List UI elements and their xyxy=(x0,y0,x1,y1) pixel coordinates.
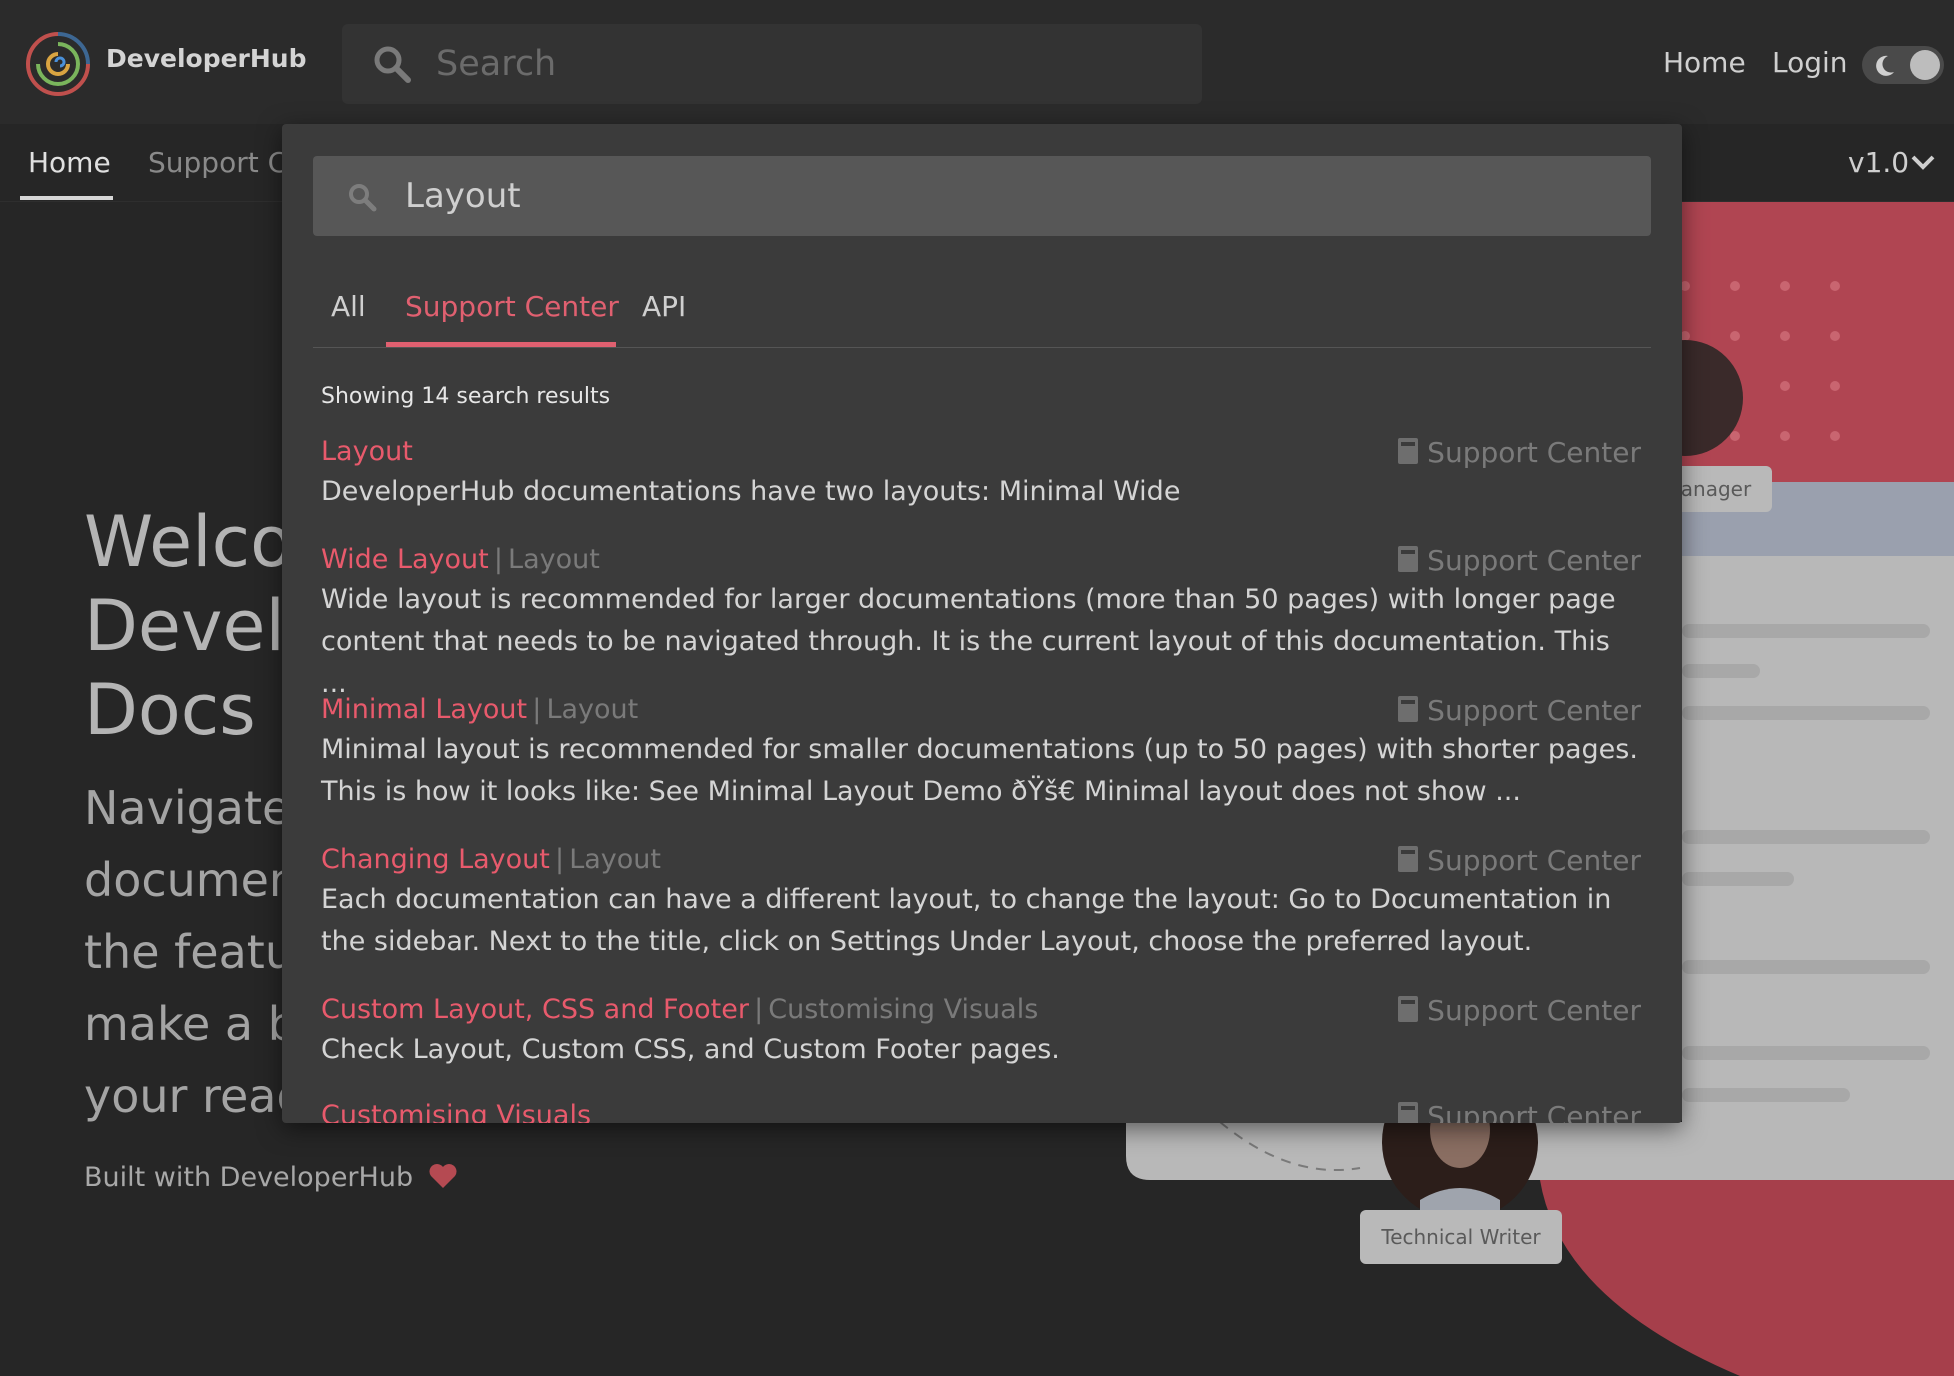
results-count: Showing 14 search results xyxy=(321,384,611,409)
search-result[interactable]: Wide Layout | Layout Support Center Wide… xyxy=(321,544,1641,705)
result-snippet: Each documentation can have a different … xyxy=(321,884,1612,957)
result-snippet: Minimal layout is recommended for smalle… xyxy=(321,734,1638,807)
result-parent: Layout xyxy=(569,844,661,875)
result-category: Support Center xyxy=(1397,844,1641,877)
breadcrumb-separator: | xyxy=(554,844,565,875)
result-parent: Customising Visuals xyxy=(768,994,1039,1025)
result-title[interactable]: Minimal Layout xyxy=(321,694,527,725)
search-modal: All Support Center API Showing 14 search… xyxy=(282,124,1682,1123)
tab-all[interactable]: All xyxy=(331,290,366,323)
result-category-label: Support Center xyxy=(1427,1100,1641,1123)
result-category-label: Support Center xyxy=(1427,544,1641,577)
result-title[interactable]: Layout xyxy=(321,436,413,467)
technical-writer-badge: Technical Writer xyxy=(1360,1210,1562,1264)
search-result[interactable]: Minimal Layout | Layout Support Center M… xyxy=(321,694,1641,813)
search-result[interactable]: Customising Visuals Support Center xyxy=(321,1100,1641,1123)
breadcrumb-separator: | xyxy=(532,694,542,725)
result-title[interactable]: Changing Layout xyxy=(321,844,550,875)
result-category-label: Support Center xyxy=(1427,694,1641,727)
tab-support-center[interactable]: Support Center xyxy=(405,290,619,323)
active-tab-underline xyxy=(386,342,616,347)
search-result[interactable]: Changing Layout | Layout Support Center … xyxy=(321,844,1641,963)
result-category: Support Center xyxy=(1397,994,1641,1027)
result-category: Support Center xyxy=(1397,436,1641,469)
result-snippet: Check Layout, Custom CSS, and Custom Foo… xyxy=(321,1034,1060,1065)
book-icon xyxy=(1398,546,1419,572)
result-title[interactable]: Wide Layout xyxy=(321,544,489,575)
result-category-label: Support Center xyxy=(1427,994,1641,1027)
result-category: Support Center xyxy=(1397,544,1641,577)
result-title[interactable]: Custom Layout, CSS and Footer xyxy=(321,994,749,1025)
book-icon xyxy=(1398,438,1419,464)
modal-search-input[interactable] xyxy=(403,168,1603,224)
search-icon xyxy=(349,184,377,212)
result-category-label: Support Center xyxy=(1427,436,1641,469)
book-icon xyxy=(1398,1102,1419,1123)
result-parent: Layout xyxy=(508,544,600,575)
book-icon xyxy=(1398,846,1419,872)
result-snippet: DeveloperHub documentations have two lay… xyxy=(321,476,1181,507)
book-icon xyxy=(1398,696,1419,722)
result-snippet: Wide layout is recommended for larger do… xyxy=(321,584,1616,699)
modal-search-box[interactable] xyxy=(313,156,1651,236)
result-parent: Layout xyxy=(546,694,639,725)
result-title[interactable]: Customising Visuals xyxy=(321,1100,591,1123)
search-result[interactable]: Layout Support Center DeveloperHub docum… xyxy=(321,436,1641,513)
result-filter-tabs: All Support Center API xyxy=(313,274,1651,348)
breadcrumb-separator: | xyxy=(493,544,503,575)
breadcrumb-separator: | xyxy=(754,994,764,1025)
result-category: Support Center xyxy=(1397,694,1641,727)
result-category: Support Center xyxy=(1397,1100,1641,1123)
book-icon xyxy=(1398,996,1419,1022)
result-category-label: Support Center xyxy=(1427,844,1641,877)
search-result[interactable]: Custom Layout, CSS and Footer | Customis… xyxy=(321,994,1641,1071)
tab-api[interactable]: API xyxy=(642,290,686,323)
